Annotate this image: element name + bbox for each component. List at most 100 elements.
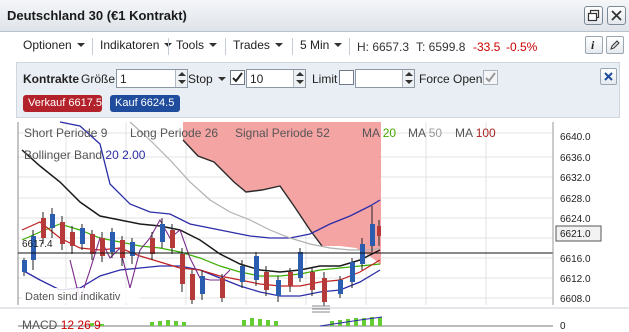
chevron-down-icon <box>76 43 85 47</box>
left-price-marker: 6617.4 <box>22 239 53 250</box>
candle-down <box>120 240 125 258</box>
close-icon <box>604 72 613 81</box>
chevron-down-icon <box>217 77 226 81</box>
info-button[interactable]: i <box>585 36 603 54</box>
candle-down <box>170 230 175 248</box>
y-tick-label: 6632.0 <box>560 173 591 184</box>
force-open-checkbox[interactable] <box>483 70 498 85</box>
chevron-down-icon <box>274 43 283 47</box>
chart-window: Deutschland 30 (€1 Kontrakt) Optionen In… <box>0 0 629 332</box>
candle-down <box>190 274 195 300</box>
groesse-value: 1 <box>120 72 127 86</box>
price-chart[interactable]: 6617.4 Short Periode 9 Long Periode 26 S… <box>0 120 629 332</box>
candle-up <box>298 252 303 278</box>
macd-params-label: Short Periode 9 <box>24 126 108 140</box>
candle-up <box>50 214 55 228</box>
menu-separator <box>168 38 169 55</box>
checkmark-icon <box>232 72 243 83</box>
pencil-icon <box>610 40 620 50</box>
force-open-label: Force Open <box>419 72 483 86</box>
candle-up <box>254 256 259 280</box>
menu-indikatoren[interactable]: Indikatoren <box>100 38 173 52</box>
ma20-label: MA 20 <box>362 126 396 140</box>
restore-icon <box>587 9 600 22</box>
buy-button[interactable]: Kauf 6624.5 <box>110 95 180 112</box>
menu-timeframe[interactable]: 5 Min <box>300 38 343 52</box>
window-title: Deutschland 30 (€1 Kontrakt) <box>7 8 187 23</box>
ma50-label: MA 50 <box>408 126 442 140</box>
y-tick-label: 6608.0 <box>560 294 591 305</box>
stepper-arrows[interactable] <box>402 70 414 87</box>
candle-up <box>22 260 27 272</box>
chevron-down-icon <box>209 43 218 47</box>
groesse-stepper[interactable]: 1 <box>116 69 188 88</box>
groesse-label: Größe <box>81 72 116 86</box>
candle-up <box>160 224 165 242</box>
menu-optionen[interactable]: Optionen <box>23 38 85 52</box>
stop-checkbox[interactable] <box>230 70 245 85</box>
y-axis-ticks: 6640.0 6636.0 6632.0 6628.0 6624.0 6616.… <box>560 132 591 305</box>
chevron-down-icon <box>334 43 343 47</box>
kontrakte-label: Kontrakte <box>23 72 80 86</box>
bollinger-label: Bollinger Band 20 2.00 <box>24 148 146 162</box>
restore-window-button[interactable] <box>584 6 603 25</box>
menu-bar: Optionen Indikatoren Tools Trades 5 Min … <box>10 36 629 58</box>
arrow-down-icon <box>296 80 304 84</box>
arrow-up-icon <box>296 72 304 76</box>
y-tick-label: 6640.0 <box>560 132 591 143</box>
candle-down <box>70 232 75 246</box>
limit-checkbox[interactable] <box>339 70 354 85</box>
candle-down <box>41 218 46 238</box>
candle-down <box>377 226 381 236</box>
current-price: 6621.0 <box>560 229 591 240</box>
change-percent: -0.5% <box>506 40 538 54</box>
candle-down <box>60 222 65 244</box>
title-bar[interactable]: Deutschland 30 (€1 Kontrakt) <box>0 0 629 32</box>
stop-stepper[interactable]: 10 <box>246 69 306 88</box>
svg-text:i: i <box>591 39 595 51</box>
candle-down <box>90 234 95 254</box>
candle-up <box>80 228 85 244</box>
close-window-button[interactable] <box>607 6 626 25</box>
low-value: T: 6599.8 <box>416 40 466 54</box>
stepper-arrows[interactable] <box>175 70 187 87</box>
close-order-panel-button[interactable] <box>600 68 617 85</box>
close-icon <box>611 10 622 21</box>
y-tick-label: 6636.0 <box>560 153 591 164</box>
high-value: H: 6657.3 <box>357 40 410 54</box>
menu-separator <box>349 38 350 55</box>
sell-button[interactable]: Verkauf 6617.5 <box>23 95 102 112</box>
stepper-arrows[interactable] <box>293 70 305 87</box>
menu-separator <box>92 38 93 55</box>
candle-down <box>150 238 155 254</box>
stop-dropdown[interactable]: Stop <box>188 72 226 86</box>
stop-value: 10 <box>250 72 264 86</box>
arrow-down-icon <box>405 80 413 84</box>
order-panel: Kontrakte Größe 1 Stop 10 Limit Force Op… <box>16 62 620 118</box>
arrow-up-icon <box>178 72 186 76</box>
edit-button[interactable] <box>606 36 624 54</box>
y-tick-label: 6628.0 <box>560 194 591 205</box>
candle-up <box>200 276 205 294</box>
candle-up <box>338 280 343 294</box>
candle-up <box>276 280 281 296</box>
candle-down <box>322 278 327 302</box>
candle-down <box>288 272 293 286</box>
candle-down <box>310 272 315 290</box>
candle-up <box>130 242 135 256</box>
limit-stepper[interactable] <box>355 69 415 88</box>
macd-zero-label: 0 <box>560 321 566 332</box>
change-value: -33.5 <box>473 40 501 54</box>
y-tick-label: 6612.0 <box>560 274 591 285</box>
menu-separator <box>292 38 293 55</box>
candle-down <box>220 278 225 298</box>
menu-tools[interactable]: Tools <box>176 38 218 52</box>
stop-label: Stop <box>188 72 213 86</box>
candle-up <box>360 244 365 264</box>
candle-down <box>180 254 185 284</box>
menu-trades[interactable]: Trades <box>233 38 283 52</box>
arrow-up-icon <box>405 72 413 76</box>
indicative-note: Daten sind indikativ <box>25 291 121 303</box>
candle-up <box>350 262 355 282</box>
candle-down <box>264 272 269 290</box>
